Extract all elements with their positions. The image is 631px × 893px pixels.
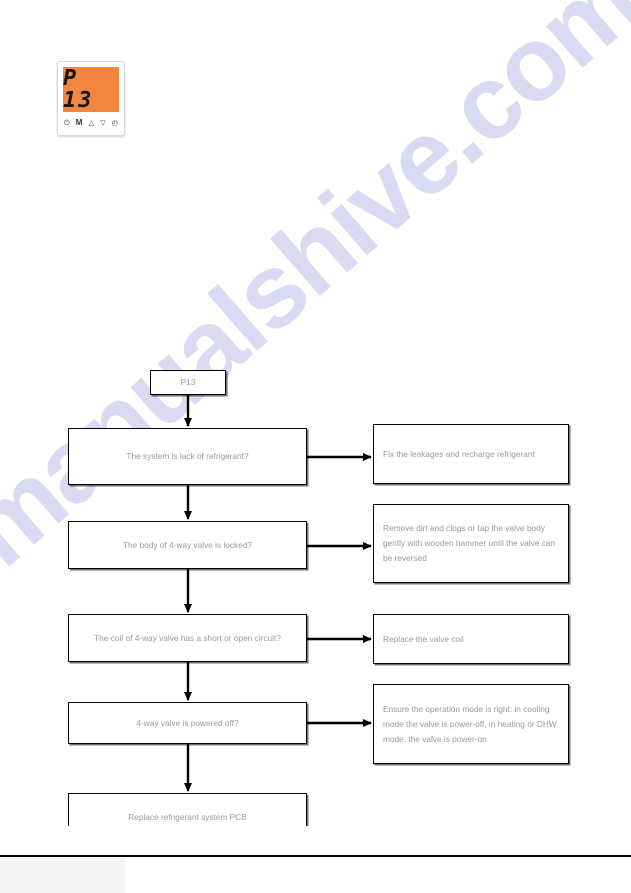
mode-m-icon: M — [75, 118, 83, 127]
lcd-error-code: P 13 — [63, 65, 94, 113]
flow-node-q2: The body of 4-way valve is locked? — [68, 521, 307, 569]
footer-block — [0, 858, 125, 893]
page-bottom-mask — [0, 826, 631, 856]
flow-node-q3: The coil of 4-way valve has a short or o… — [68, 614, 307, 662]
footer-divider — [0, 855, 631, 857]
flow-node-q3-label: The coil of 4-way valve has a short or o… — [94, 632, 281, 643]
flow-node-start: P13 — [150, 370, 226, 395]
lcd-icon-row: ⏻ M △ ▽ ◴ — [61, 115, 121, 131]
flow-node-a4-label: Ensure the operation mode is right: in c… — [383, 703, 557, 744]
flow-node-q1-label: The system is lack of refrigerant? — [126, 451, 249, 461]
flow-node-a2: Remove dirt and clogs or tap the valve b… — [373, 504, 569, 583]
flow-node-q2-label: The body of 4-way valve is locked? — [122, 539, 253, 550]
flow-node-start-label: P13 — [180, 377, 196, 387]
controller-display: P 13 ⏻ M △ ▽ ◴ — [57, 61, 125, 136]
clock-icon: ◴ — [111, 119, 118, 127]
power-icon: ⏻ — [64, 119, 70, 127]
flow-node-a4: Ensure the operation mode is right: in c… — [373, 684, 569, 764]
up-triangle-icon: △ — [88, 119, 95, 127]
flow-node-a3: Replace the valve coil — [373, 614, 569, 664]
flow-node-q1: The system is lack of refrigerant? — [68, 428, 307, 485]
flow-node-q4: 4-way valve is powered off? — [68, 702, 307, 744]
flow-node-a1-label: Fix the leakages and recharge refrigeran… — [383, 448, 535, 459]
down-triangle-icon: ▽ — [100, 119, 106, 127]
flow-node-q5-label: Replace refrigerant system PCB — [128, 811, 247, 822]
lcd-screen: P 13 — [63, 67, 119, 112]
flow-node-q4-label: 4-way valve is powered off? — [136, 717, 239, 728]
flow-node-a2-label: Remove dirt and clogs or tap the valve b… — [383, 523, 556, 563]
flow-node-a1: Fix the leakages and recharge refrigeran… — [373, 424, 569, 484]
flow-node-a3-label: Replace the valve coil — [383, 633, 464, 644]
